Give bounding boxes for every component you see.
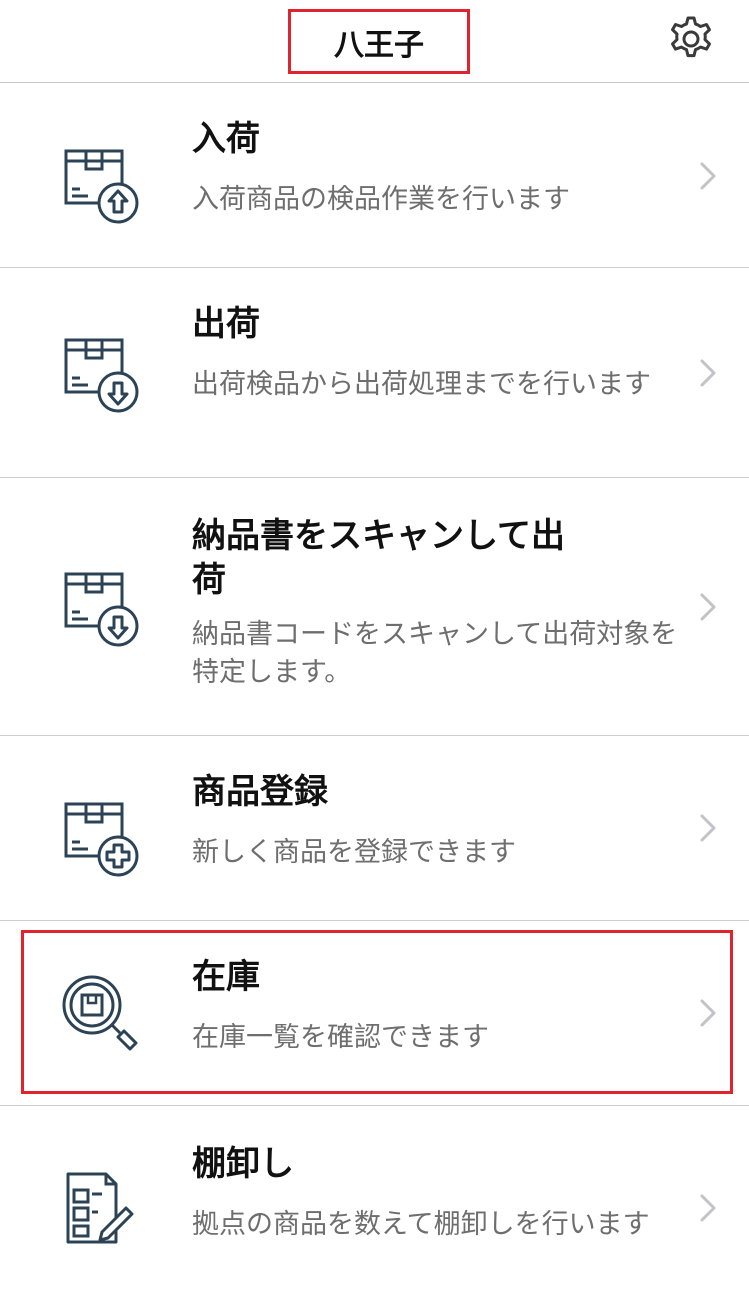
gear-icon[interactable] xyxy=(666,14,716,64)
menu-item-inventory[interactable]: 在庫 在庫一覧を確認できます xyxy=(0,921,749,1106)
chevron-right-icon xyxy=(700,593,716,621)
menu-item-title: 棚卸し xyxy=(192,1144,294,1184)
menu-item-description: 納品書コードをスキャンして出荷対象を特定します。 xyxy=(192,619,678,688)
menu-item-stocktaking[interactable]: 棚卸し 拠点の商品を数えて棚卸しを行います xyxy=(0,1106,749,1289)
menu-item-title: 入荷 xyxy=(192,119,260,159)
menu-item-description: 新しく商品を登録できます xyxy=(192,837,516,868)
chevron-right-icon xyxy=(700,1194,716,1222)
box-plus-icon xyxy=(64,802,139,877)
menu-item-description: 在庫一覧を確認できます xyxy=(192,1022,489,1053)
menu-item-arrival[interactable]: 入荷 入荷商品の検品作業を行います xyxy=(0,83,749,268)
magnifier-box-icon xyxy=(62,975,138,1051)
location-title[interactable]: 八王子 xyxy=(288,9,470,74)
chevron-right-icon xyxy=(700,359,716,387)
clipboard-pen-icon xyxy=(66,1172,134,1244)
menu-item-description: 入荷商品の検品作業を行います xyxy=(192,184,570,215)
box-arrow-up-icon xyxy=(64,149,139,224)
box-arrow-down-icon xyxy=(64,338,139,413)
app-header: 八王子 xyxy=(0,0,749,83)
menu-item-title: 納品書をスキャンして出荷 xyxy=(192,516,565,600)
menu-item-description: 出荷検品から出荷処理までを行います xyxy=(192,369,651,400)
chevron-right-icon xyxy=(700,999,716,1027)
menu-item-title: 在庫 xyxy=(192,957,260,997)
menu-item-product-registration[interactable]: 商品登録 新しく商品を登録できます xyxy=(0,736,749,921)
menu-item-description: 拠点の商品を数えて棚卸しを行います xyxy=(192,1209,650,1240)
chevron-right-icon xyxy=(700,814,716,842)
menu-list: 入荷 入荷商品の検品作業を行います 出荷 出荷検品から出荷処理までを行います 納 xyxy=(0,83,749,1289)
menu-item-shipping[interactable]: 出荷 出荷検品から出荷処理までを行います xyxy=(0,268,749,478)
box-arrow-down-icon xyxy=(64,572,139,647)
menu-item-title: 出荷 xyxy=(192,304,260,344)
menu-item-title: 商品登録 xyxy=(192,772,328,812)
menu-item-scan-delivery-note[interactable]: 納品書をスキャンして出荷 納品書コードをスキャンして出荷対象を特定します。 xyxy=(0,478,749,736)
chevron-right-icon xyxy=(700,162,716,190)
